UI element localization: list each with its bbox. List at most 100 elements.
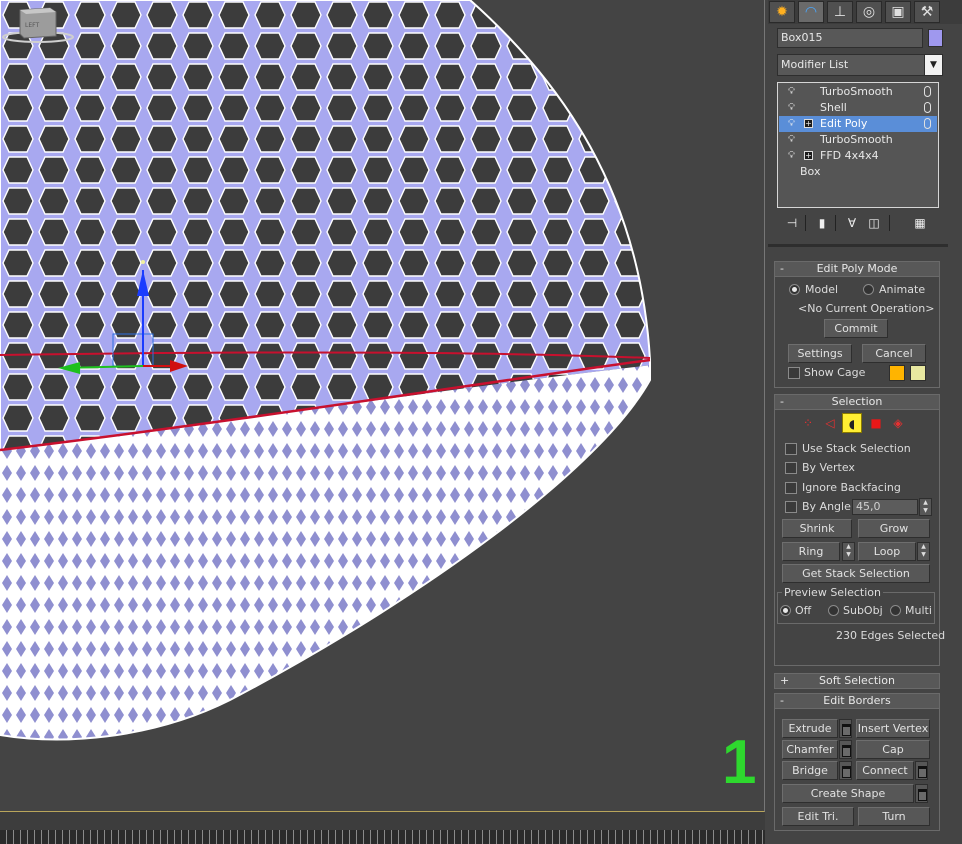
show-end-result-icon[interactable]: ▮ <box>813 214 831 232</box>
polygon-icon[interactable]: ■ <box>866 413 886 433</box>
turn-button[interactable]: Turn <box>858 807 930 826</box>
get-stack-selection-button[interactable]: Get Stack Selection <box>782 564 930 583</box>
rollout-edit-poly-mode-header[interactable]: - Edit Poly Mode <box>774 261 940 277</box>
lightbulb-icon[interactable]: 💡︎ <box>788 134 797 145</box>
command-panel-tabs: ✹ ◠ ⊥ ◎ ▣ ⚒ <box>768 0 962 24</box>
chamfer-settings-button[interactable] <box>839 740 852 759</box>
viewcube[interactable]: LEFT <box>0 0 76 46</box>
stack-item-shell[interactable]: 💡︎ Shell <box>779 100 937 116</box>
loop-spinner[interactable]: ▲ ▼ <box>917 542 930 561</box>
rollout-title: Selection <box>831 395 883 408</box>
make-unique-icon[interactable]: ∀ <box>843 214 861 232</box>
expand-plus-icon[interactable]: + <box>804 119 813 128</box>
stack-item-turbosmooth-bottom[interactable]: 💡︎ TurboSmooth <box>779 132 937 148</box>
connect-settings-button[interactable] <box>915 761 928 780</box>
preview-multi-label: Multi <box>905 604 932 617</box>
by-angle-label: By Angle: <box>802 500 855 513</box>
show-cage-checkbox[interactable] <box>788 367 800 379</box>
time-slider[interactable] <box>0 812 765 830</box>
use-stack-selection-checkbox[interactable] <box>785 443 797 455</box>
cancel-button[interactable]: Cancel <box>862 344 926 363</box>
ignore-backfacing-checkbox[interactable] <box>785 482 797 494</box>
extrude-button[interactable]: Extrude <box>782 719 838 738</box>
settings-button[interactable]: Settings <box>788 344 852 363</box>
shrink-button[interactable]: Shrink <box>782 519 852 538</box>
rollout-selection-header[interactable]: - Selection <box>774 394 940 410</box>
angle-spinner[interactable]: ▲ ▼ <box>919 498 932 516</box>
stack-item-label: TurboSmooth <box>820 85 893 98</box>
animate-radio[interactable] <box>863 284 874 295</box>
stack-item-label: FFD 4x4x4 <box>820 149 879 162</box>
rollout-title: Edit Poly Mode <box>816 262 898 275</box>
connect-button[interactable]: Connect <box>856 761 914 780</box>
object-color-swatch[interactable] <box>928 29 943 47</box>
chevron-down-icon[interactable]: ▼ <box>924 55 942 75</box>
element-icon[interactable]: ◈ <box>888 413 908 433</box>
display-icon[interactable]: ▣ <box>885 1 911 23</box>
cage-color-swatch[interactable] <box>889 365 905 381</box>
angle-input[interactable]: 45,0 <box>852 499 918 515</box>
edit-triangulation-button[interactable]: Edit Tri. <box>782 807 854 826</box>
preview-multi-radio[interactable] <box>890 605 901 616</box>
insert-vertex-button[interactable]: Insert Vertex <box>856 719 930 738</box>
modifier-list-label: Modifier List <box>781 58 849 71</box>
preview-subobj-radio[interactable] <box>828 605 839 616</box>
modify-icon[interactable]: ◠ <box>798 1 824 23</box>
selected-cage-color-swatch[interactable] <box>910 365 926 381</box>
ring-spinner[interactable]: ▲ ▼ <box>842 542 855 561</box>
bridge-settings-button[interactable] <box>839 761 852 780</box>
model-label: Model <box>805 283 839 296</box>
vertex-icon[interactable]: ⁘ <box>798 413 818 433</box>
lightbulb-icon[interactable]: 💡︎ <box>788 102 797 113</box>
stack-item-label: Box <box>800 165 821 178</box>
create-icon[interactable]: ✹ <box>769 1 795 23</box>
expand-plus-icon[interactable]: + <box>804 151 813 160</box>
ignore-backfacing-label: Ignore Backfacing <box>802 481 901 494</box>
by-vertex-checkbox[interactable] <box>785 462 797 474</box>
create-shape-settings-button[interactable] <box>915 784 928 803</box>
edge-icon[interactable]: ◁ <box>820 413 840 433</box>
preview-subobj-label: SubObj <box>843 604 883 617</box>
modifier-list-dropdown[interactable]: Modifier List ▼ <box>777 54 943 76</box>
grow-button[interactable]: Grow <box>858 519 930 538</box>
rollout-edit-borders-header[interactable]: - Edit Borders <box>774 693 940 709</box>
stack-item-label: TurboSmooth <box>820 133 893 146</box>
lightbulb-icon[interactable]: 💡︎ <box>788 150 797 161</box>
mesh-wireframe <box>0 0 651 741</box>
border-icon[interactable]: ◖ <box>842 413 862 433</box>
model-radio[interactable] <box>789 284 800 295</box>
stack-item-box[interactable]: Box <box>779 164 937 180</box>
by-vertex-label: By Vertex <box>802 461 855 474</box>
step-annotation: 1 <box>722 728 757 797</box>
object-name-field[interactable]: Box015 <box>777 28 923 48</box>
remove-modifier-icon[interactable]: ◫ <box>865 214 883 232</box>
stack-item-turbosmooth-top[interactable]: 💡︎ TurboSmooth <box>779 84 937 100</box>
chamfer-button[interactable]: Chamfer <box>782 740 838 759</box>
loop-button[interactable]: Loop <box>858 542 916 561</box>
preview-selection-label: Preview Selection <box>782 586 884 599</box>
preview-off-radio[interactable] <box>780 605 791 616</box>
utilities-icon[interactable]: ⚒ <box>914 1 940 23</box>
ring-button[interactable]: Ring <box>782 542 840 561</box>
stack-item-edit-poly[interactable]: 💡︎ + Edit Poly <box>779 116 937 132</box>
use-stack-selection-label: Use Stack Selection <box>802 442 911 455</box>
by-angle-checkbox[interactable] <box>785 501 797 513</box>
rollout-soft-selection-header[interactable]: + Soft Selection <box>774 673 940 689</box>
cap-button[interactable]: Cap <box>856 740 930 759</box>
hierarchy-icon[interactable]: ⊥ <box>827 1 853 23</box>
preview-off-label: Off <box>795 604 812 617</box>
track-bar[interactable] <box>0 830 765 844</box>
pin-icon <box>924 102 931 113</box>
lightbulb-icon[interactable]: 💡︎ <box>788 118 797 129</box>
create-shape-button[interactable]: Create Shape <box>782 784 914 803</box>
motion-icon[interactable]: ◎ <box>856 1 882 23</box>
stack-item-label: Edit Poly <box>820 117 868 130</box>
configure-modifier-sets-icon[interactable]: ▦ <box>911 214 929 232</box>
bridge-button[interactable]: Bridge <box>782 761 838 780</box>
viewport-perspective[interactable]: LEFT <box>0 0 765 812</box>
lightbulb-icon[interactable]: 💡︎ <box>788 86 797 97</box>
stack-item-ffd[interactable]: 💡︎ + FFD 4x4x4 <box>779 148 937 164</box>
extrude-settings-button[interactable] <box>839 719 852 738</box>
commit-button[interactable]: Commit <box>824 319 888 338</box>
pin-stack-icon[interactable]: ⊣ <box>783 214 801 232</box>
